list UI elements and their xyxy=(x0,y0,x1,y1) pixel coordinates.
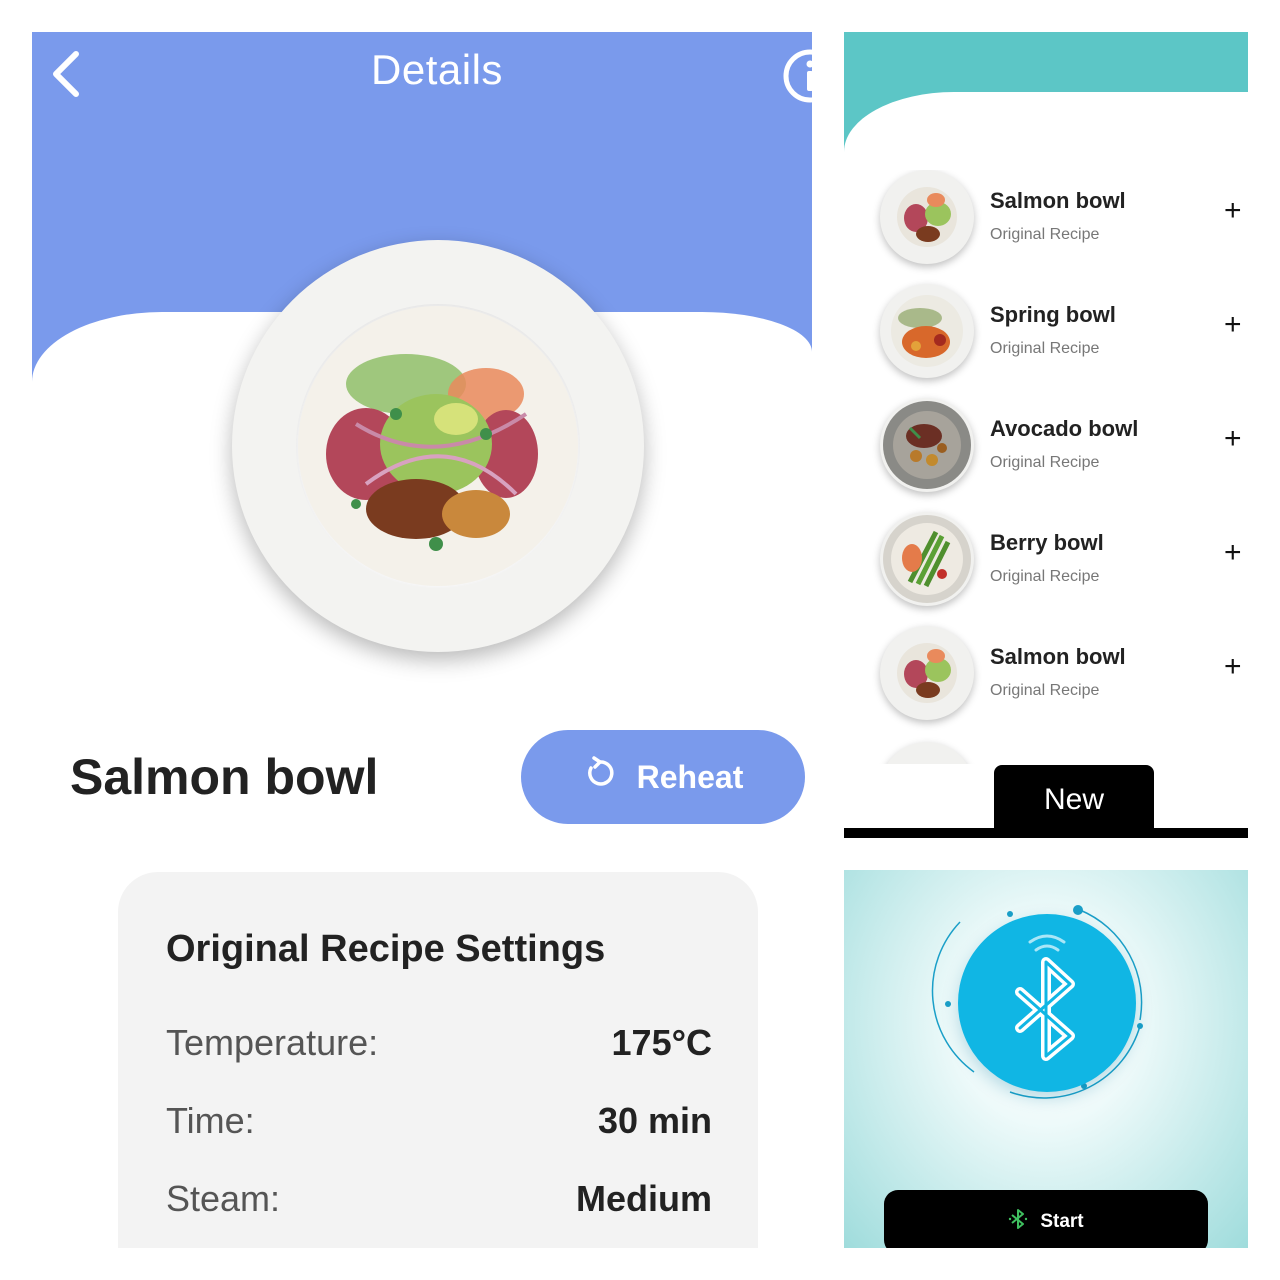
recipe-title: Salmon bowl xyxy=(990,188,1126,213)
settings-row-time: Time: 30 min xyxy=(166,1100,712,1142)
recipe-list-item[interactable]: Spring bowl Original Recipe + xyxy=(844,284,1248,394)
bluetooth-button[interactable] xyxy=(958,914,1136,1092)
recipe-subtitle: Original Recipe xyxy=(990,340,1100,357)
settings-row-steam: Steam: Medium xyxy=(166,1178,712,1220)
reheat-label: Reheat xyxy=(636,758,744,795)
recipe-list-screen: Salmon bowl Original Recipe + Spring bow… xyxy=(844,32,1248,838)
recipe-thumbnail xyxy=(880,512,974,606)
recipe-subtitle: Original Recipe xyxy=(990,226,1100,243)
recipe-list-item[interactable]: Salmon bowl Original Recipe + xyxy=(844,626,1248,736)
recipe-thumbnail xyxy=(880,284,974,378)
settings-label: Temperature: xyxy=(166,1022,379,1063)
recipe-title: Berry bowl xyxy=(990,530,1104,555)
recipe-subtitle: Original Recipe xyxy=(990,454,1100,471)
bluetooth-small-icon xyxy=(1008,1208,1028,1236)
add-icon[interactable]: + xyxy=(1224,196,1242,226)
tab-bar-underline xyxy=(844,828,1248,838)
settings-value: Medium xyxy=(575,1178,712,1219)
reheat-icon xyxy=(583,756,617,798)
details-screen: Details Salmon bowl Reheat Original Reci… xyxy=(32,32,812,1248)
recipe-title: Avocado bowl xyxy=(990,416,1139,441)
start-label: Start xyxy=(1040,1211,1084,1232)
settings-title: Original Recipe Settings xyxy=(166,928,606,970)
dish-name: Salmon bowl xyxy=(70,749,379,805)
new-tab[interactable]: New xyxy=(994,765,1154,835)
recipe-title: Salmon bowl xyxy=(990,644,1126,669)
page-title: Details xyxy=(371,46,503,93)
settings-label: Time: xyxy=(166,1100,255,1141)
bluetooth-icon xyxy=(1015,934,1075,1061)
add-icon[interactable]: + xyxy=(1224,652,1242,682)
settings-row-temperature: Temperature: 175°C xyxy=(166,1022,712,1064)
add-icon[interactable]: + xyxy=(1224,538,1242,568)
recipe-list-item[interactable]: Salmon bowl Original Recipe + xyxy=(844,170,1248,280)
settings-value: 175°C xyxy=(611,1022,712,1063)
add-icon[interactable]: + xyxy=(1224,424,1242,454)
recipe-list-item-partial[interactable] xyxy=(844,742,1248,764)
recipe-thumbnail xyxy=(880,398,974,492)
recipe-title: Spring bowl xyxy=(990,302,1116,327)
reheat-button[interactable]: Reheat xyxy=(521,730,805,824)
recipe-subtitle: Original Recipe xyxy=(990,568,1100,585)
start-button[interactable]: Start xyxy=(884,1190,1208,1248)
recipe-thumbnail xyxy=(880,742,974,764)
info-icon[interactable] xyxy=(782,48,812,104)
recipe-subtitle: Original Recipe xyxy=(990,682,1100,699)
recipe-list-item[interactable]: Avocado bowl Original Recipe + xyxy=(844,398,1248,508)
recipe-thumbnail xyxy=(880,170,974,264)
settings-label: Steam: xyxy=(166,1178,281,1219)
recipe-settings-card: Original Recipe Settings Temperature: 17… xyxy=(118,872,758,1248)
bluetooth-screen: Start xyxy=(844,870,1248,1248)
recipe-list-item[interactable]: Berry bowl Original Recipe + xyxy=(844,512,1248,622)
settings-value: 30 min xyxy=(597,1100,712,1141)
recipe-thumbnail xyxy=(880,626,974,720)
recipe-list[interactable]: Salmon bowl Original Recipe + Spring bow… xyxy=(844,170,1248,764)
add-icon[interactable]: + xyxy=(1224,310,1242,340)
dish-image xyxy=(232,240,644,652)
